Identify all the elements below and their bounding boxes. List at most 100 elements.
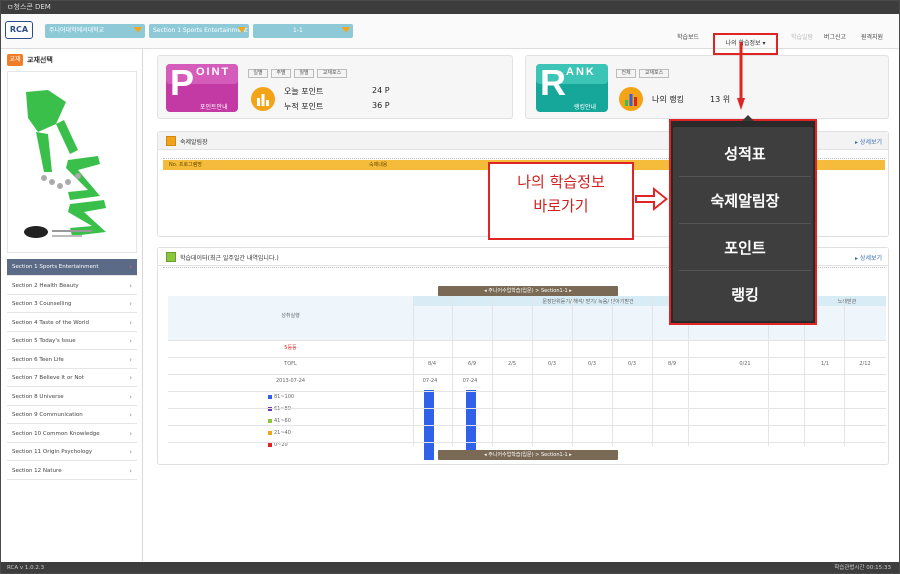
my-study-dropdown: 성적표 숙제알림장 포인트 랭킹 <box>669 115 817 325</box>
grid-line <box>168 374 886 375</box>
sidebar-item-label: Section 3 Counselling <box>12 301 72 307</box>
grid-row-label: 5등등 <box>284 345 297 351</box>
rank-big-letter: R <box>540 62 566 103</box>
grid-line <box>452 296 453 446</box>
homework-col-content: 숙제내용 <box>369 162 388 168</box>
sidebar-item-label: Section 2 Health Beauty <box>12 282 79 289</box>
sidebar-item-section-6[interactable]: Section 6 Teen Life › <box>7 352 137 369</box>
callout-box: 나의 학습정보 바로가기 <box>488 162 634 240</box>
learning-detail-link[interactable]: ▸ 상세보기 <box>855 253 882 262</box>
sidebar-item-label: Section 9 Communication <box>12 412 83 418</box>
sidebar-item-label: Section 4 Taste of the World <box>12 319 89 326</box>
link-bug-report[interactable]: 버그신고 <box>824 32 846 41</box>
course-select[interactable]: 주니어대학에서대학교 <box>45 24 145 38</box>
sidebar-item-section-4[interactable]: Section 4 Taste of the World › <box>7 315 137 332</box>
dropdown-item-report-card[interactable]: 성적표 <box>679 131 811 177</box>
legend-label: 61~80 <box>274 406 291 412</box>
point-monthly-button[interactable]: 월별 <box>294 69 314 78</box>
homework-detail-link[interactable]: ▸ 상세보기 <box>855 137 882 146</box>
sidebar-item-section-7[interactable]: Section 7 Believe It or Not › <box>7 370 137 387</box>
grid-value-cell: 0/3 <box>547 361 557 367</box>
sidebar-header: 교재 교재선택 <box>5 53 139 67</box>
legend-label: 41~60 <box>274 418 291 424</box>
rank-all-button[interactable]: 전체 <box>616 69 636 78</box>
sidebar-title: 교재선택 <box>27 56 53 64</box>
grid-line <box>844 296 845 446</box>
point-daily-button[interactable]: 일별 <box>248 69 268 78</box>
chevron-right-icon: › <box>129 466 132 475</box>
sidebar-item-section-8[interactable]: Section 8 Universe › <box>7 389 137 406</box>
rank-word: ANK <box>566 66 596 78</box>
point-card: P OINT 포인트안내 일별 주별 월별 교재포스 오늘 포인트 24 P 누적… <box>157 55 513 119</box>
textbook-cover-art <box>24 90 106 238</box>
sidebar-item-section-1[interactable]: Section 1 Sports Entertainment › <box>7 259 137 276</box>
arrow-right-icon <box>635 187 668 211</box>
chevron-right-icon: › <box>129 281 132 290</box>
dropdown-list: 성적표 숙제알림장 포인트 랭킹 <box>673 127 813 321</box>
grid-value-cell: 8/9 <box>667 361 677 367</box>
rank-book-button[interactable]: 교재포스 <box>639 69 669 78</box>
legend-swatch <box>268 430 272 435</box>
link-study-list[interactable]: 학습일람 <box>791 32 813 41</box>
legend-label: 81~100 <box>274 394 295 400</box>
top-toolbar: RCA 주니어대학에서대학교 Section 1 Sports Entertai… <box>1 14 899 55</box>
sidebar-item-section-3[interactable]: Section 3 Counselling › <box>7 296 137 313</box>
dropdown-item-ranking[interactable]: 랭킹 <box>679 272 811 318</box>
today-point-row: 오늘 포인트 24 P <box>284 86 390 96</box>
dropdown-item-homework-notes[interactable]: 숙제알림장 <box>679 178 811 224</box>
point-guide-label: 포인트안내 <box>200 104 228 111</box>
chevron-right-icon: › <box>129 392 132 401</box>
sidebar-item-label: Section 8 Universe <box>12 393 64 400</box>
sidebar-item-section-5[interactable]: Section 5 Today's Issue › <box>7 333 137 350</box>
grid-row-label: 2013-07-24 <box>275 378 306 384</box>
section-select[interactable]: Section 1 Sports Entertainment <box>149 24 249 38</box>
total-point-row: 누적 포인트 36 P <box>284 101 390 111</box>
legend-item: 61~80 <box>268 406 291 412</box>
sidebar-item-section-12[interactable]: Section 12 Nature › <box>7 463 137 480</box>
grid-nav-top[interactable]: ◂ 주니어수업학습(입문) > Section1-1 ▸ <box>438 286 618 296</box>
sidebar-item-section-2[interactable]: Section 2 Health Beauty › <box>7 278 137 295</box>
textbook-cover-image[interactable] <box>7 71 137 253</box>
grid-value-cell: 1/1 <box>820 361 830 367</box>
grid-row-head: 성취실행 <box>281 313 300 319</box>
grid-line <box>532 296 533 446</box>
chevron-right-icon: › <box>129 411 132 419</box>
chevron-right-icon: › <box>129 355 132 364</box>
chevron-right-icon: › <box>129 374 132 382</box>
grid-line <box>492 296 493 446</box>
legend-swatch <box>268 394 272 399</box>
chevron-right-icon: › <box>129 318 132 327</box>
sidebar-item-label: Section 11 Origin Psychology <box>12 449 93 455</box>
legend-item: 41~60 <box>268 418 291 424</box>
grid-nav-bottom[interactable]: ◂ 주니어수업학습(입문) > Section1-1 ▸ <box>438 450 618 460</box>
grid-line <box>652 296 653 446</box>
grid-date: 07-24 <box>422 378 438 384</box>
study-time: 학습관법시간 00:15:33 <box>834 565 891 571</box>
chevron-right-icon: › <box>129 300 132 308</box>
legend-item: 21~40 <box>268 430 291 436</box>
grid-line <box>168 408 886 409</box>
popup-notch <box>742 115 754 121</box>
grid-value-cell: 2/12 <box>859 361 871 367</box>
point-book-button[interactable]: 교재포스 <box>317 69 347 78</box>
link-learning-board[interactable]: 학습보드 <box>677 32 699 41</box>
sidebar-item-label: Section 1 Sports Entertainment <box>12 264 99 270</box>
unit-select[interactable]: 1-1 <box>253 24 353 38</box>
app-window: ㅁ청스콘 DEM RCA 주니어대학에서대학교 Section 1 Sports… <box>0 0 900 574</box>
my-rank-row: 나의 랭킹 13 위 <box>652 95 731 104</box>
legend-item: 81~100 <box>268 394 294 400</box>
book-icon: 교재 <box>7 54 23 66</box>
homework-panel-title: 숙제알림장 <box>180 139 208 146</box>
chevron-down-icon <box>342 27 350 33</box>
grid-line <box>168 442 886 443</box>
point-weekly-button[interactable]: 주별 <box>271 69 291 78</box>
dropdown-item-points[interactable]: 포인트 <box>679 225 811 271</box>
sidebar-item-section-9[interactable]: Section 9 Communication › <box>7 407 137 424</box>
sidebar-item-section-10[interactable]: Section 10 Common Knowledge › <box>7 426 137 443</box>
my-study-info-menu[interactable]: 나의 학습정보 ▾ <box>713 33 778 55</box>
grid-line <box>612 296 613 446</box>
sidebar-item-section-11[interactable]: Section 11 Origin Psychology › <box>7 444 137 461</box>
grid-value-cell: 8/4 <box>427 361 437 367</box>
app-logo: RCA <box>5 21 33 39</box>
link-remote-support[interactable]: 원격지원 <box>861 32 883 41</box>
